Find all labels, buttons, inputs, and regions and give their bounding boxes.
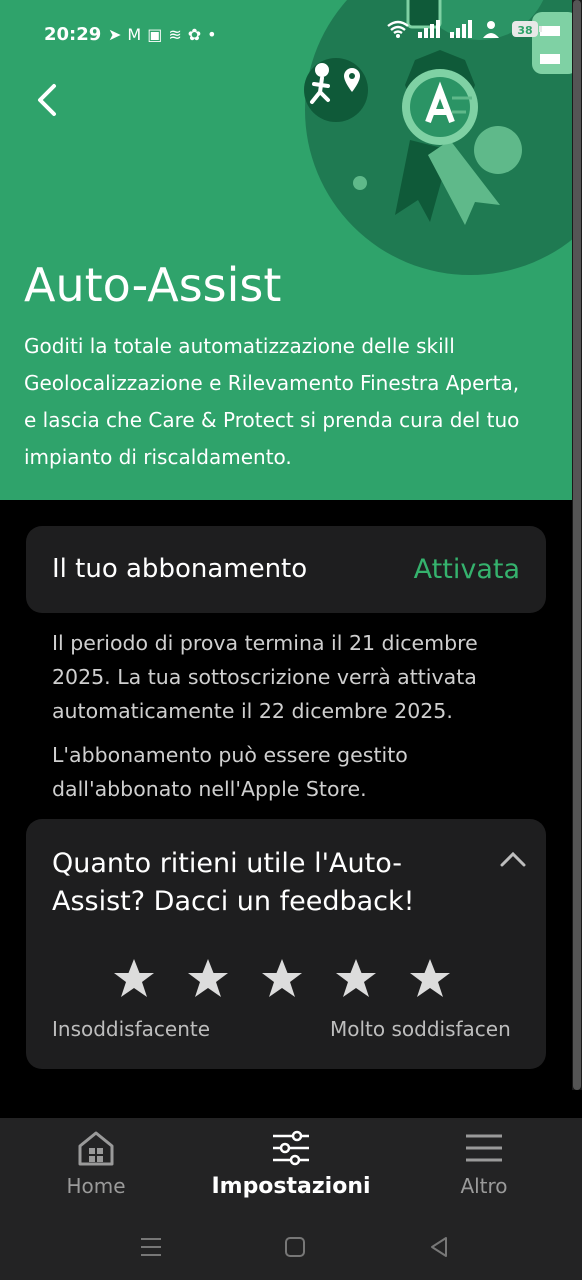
rating-high-label: Molto soddisfacen <box>330 1017 511 1041</box>
subscription-card: Il tuo abbonamento Attivata <box>26 526 546 613</box>
system-indicators: 38 <box>386 20 542 38</box>
trial-info-text: Il periodo di prova termina il 21 dicemb… <box>52 631 478 723</box>
home-icon <box>78 1131 114 1166</box>
notification-icons: ➤ M ▣ ≋ ✿ • <box>108 22 217 46</box>
menu-icon <box>466 1134 502 1162</box>
signal-icon <box>418 20 440 38</box>
star-1-icon[interactable] <box>112 957 156 1001</box>
bunny-icon: ✿ <box>187 24 202 44</box>
rating-low-label: Insoddisfacente <box>52 1017 211 1041</box>
telegram-icon: ➤ <box>108 24 122 44</box>
nav-more[interactable]: Altro <box>404 1128 564 1218</box>
battery-icon: 38 <box>512 21 542 37</box>
system-navigation-bar <box>0 1220 582 1280</box>
subscription-label: Il tuo abbonamento <box>52 554 308 584</box>
app-icon: ≋ <box>168 24 182 44</box>
scrollbar[interactable] <box>572 0 582 1090</box>
chevron-left-icon <box>38 84 56 116</box>
back-button[interactable] <box>28 78 72 122</box>
manage-info-text: L'abbonamento può essere gestito dall'ab… <box>52 743 408 801</box>
home-square-icon[interactable] <box>282 1234 308 1260</box>
sliders-icon <box>273 1130 309 1166</box>
star-2-icon[interactable] <box>186 957 230 1001</box>
feedback-question: Quanto ritieni utile l'Auto-Assist? Dacc… <box>52 848 415 917</box>
star-3-icon[interactable] <box>260 957 304 1001</box>
nav-settings-label: Impostazioni <box>211 1174 371 1199</box>
recent-apps-icon[interactable] <box>138 1234 164 1260</box>
user-icon <box>483 21 499 38</box>
dot-icon: • <box>207 24 217 44</box>
star-rating <box>112 957 452 1001</box>
back-triangle-icon[interactable] <box>426 1234 452 1260</box>
app-f-icon: ▣ <box>147 24 163 44</box>
feedback-card: Quanto ritieni utile l'Auto-Assist? Dacc… <box>26 819 546 1069</box>
chevron-up-icon <box>500 851 526 867</box>
status-time: 20:29 <box>44 24 102 45</box>
star-4-icon[interactable] <box>334 957 378 1001</box>
nav-home-label: Home <box>66 1174 126 1198</box>
collapse-button[interactable] <box>498 847 528 871</box>
page-description: Goditi la totale automatizzazione delle … <box>24 334 520 469</box>
status-bar: 20:29 ➤ M ▣ ≋ ✿ • 38 <box>0 0 582 70</box>
page-title: Auto-Assist <box>24 258 282 312</box>
battery-level: 38 <box>517 24 532 37</box>
nav-home[interactable]: Home <box>16 1128 176 1218</box>
signal-2-icon <box>450 20 472 38</box>
wifi-icon <box>387 20 409 38</box>
nav-settings[interactable]: Impostazioni <box>211 1128 371 1218</box>
subscription-status: Attivata <box>413 554 520 585</box>
star-5-icon[interactable] <box>408 957 452 1001</box>
nav-more-label: Altro <box>460 1174 508 1198</box>
scrollbar-thumb[interactable] <box>573 0 581 1090</box>
gmail-icon: M <box>127 24 142 44</box>
bottom-nav: Home Impostazioni Altro <box>0 1118 582 1220</box>
